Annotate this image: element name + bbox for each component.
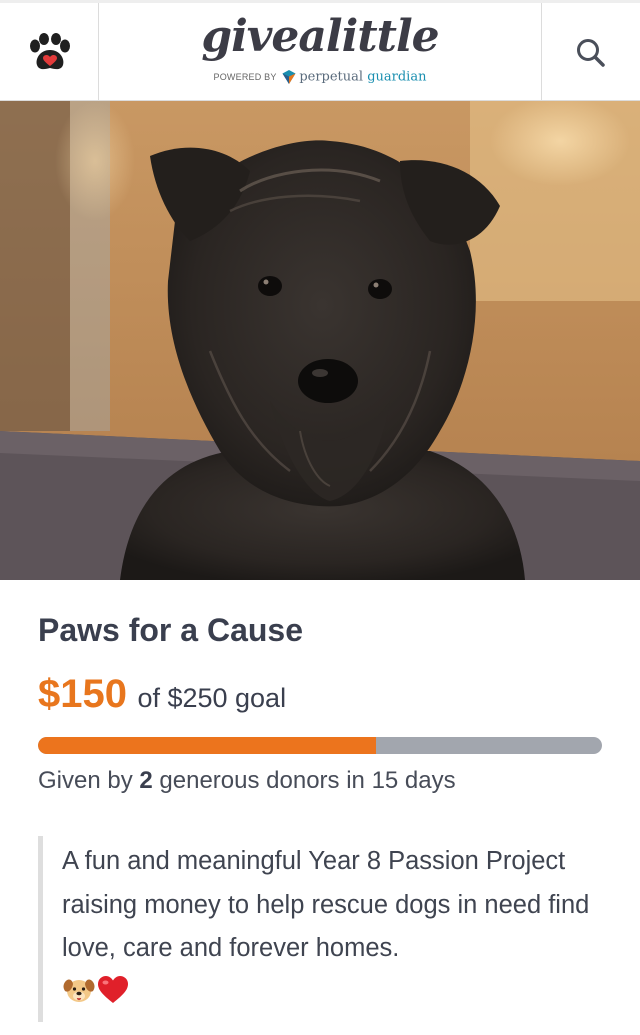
donors-prefix: Given by xyxy=(38,767,140,794)
paw-icon xyxy=(30,33,70,70)
goal-amount: of $250 goal xyxy=(137,683,287,713)
givealittle-logo[interactable]: givealittle POWERED BY perpetual guardia… xyxy=(99,3,541,100)
funding-progress-bar xyxy=(38,737,602,754)
powered-by-line: POWERED BY perpetual guardian xyxy=(99,69,541,85)
campaign-title: Paws for a Cause xyxy=(38,612,303,648)
campaign-description: A fun and meaningful Year 8 Passion Proj… xyxy=(62,847,590,962)
red-heart-emoji-icon xyxy=(98,975,128,1003)
campaign-description-quote: A fun and meaningful Year 8 Passion Proj… xyxy=(38,836,618,1022)
menu-button[interactable] xyxy=(0,3,99,100)
search-button[interactable] xyxy=(541,3,640,100)
powered-by-label: POWERED BY xyxy=(213,72,277,82)
top-navigation-bar: givealittle POWERED BY perpetual guardia… xyxy=(0,0,640,101)
donors-summary: Given by 2 generous donors in 15 days xyxy=(38,765,456,797)
campaign-hero-image xyxy=(0,101,640,580)
funding-summary: $150 of $250 goal xyxy=(38,672,286,722)
funding-progress-fill xyxy=(38,737,377,754)
dog-photo xyxy=(0,101,640,580)
brand-wordmark: givealittle xyxy=(201,11,439,62)
donors-suffix: generous donors in 15 days xyxy=(152,767,456,794)
search-icon xyxy=(577,39,605,67)
dog-face-emoji-icon xyxy=(63,979,95,1002)
amount-raised: $150 xyxy=(38,672,127,716)
description-emojis xyxy=(62,974,618,1010)
donors-count: 2 xyxy=(139,767,153,794)
perpetual-guardian-logo-icon xyxy=(282,70,296,84)
partner-name-part1: perpetual xyxy=(299,69,368,85)
partner-name-part2: guardian xyxy=(367,69,427,85)
